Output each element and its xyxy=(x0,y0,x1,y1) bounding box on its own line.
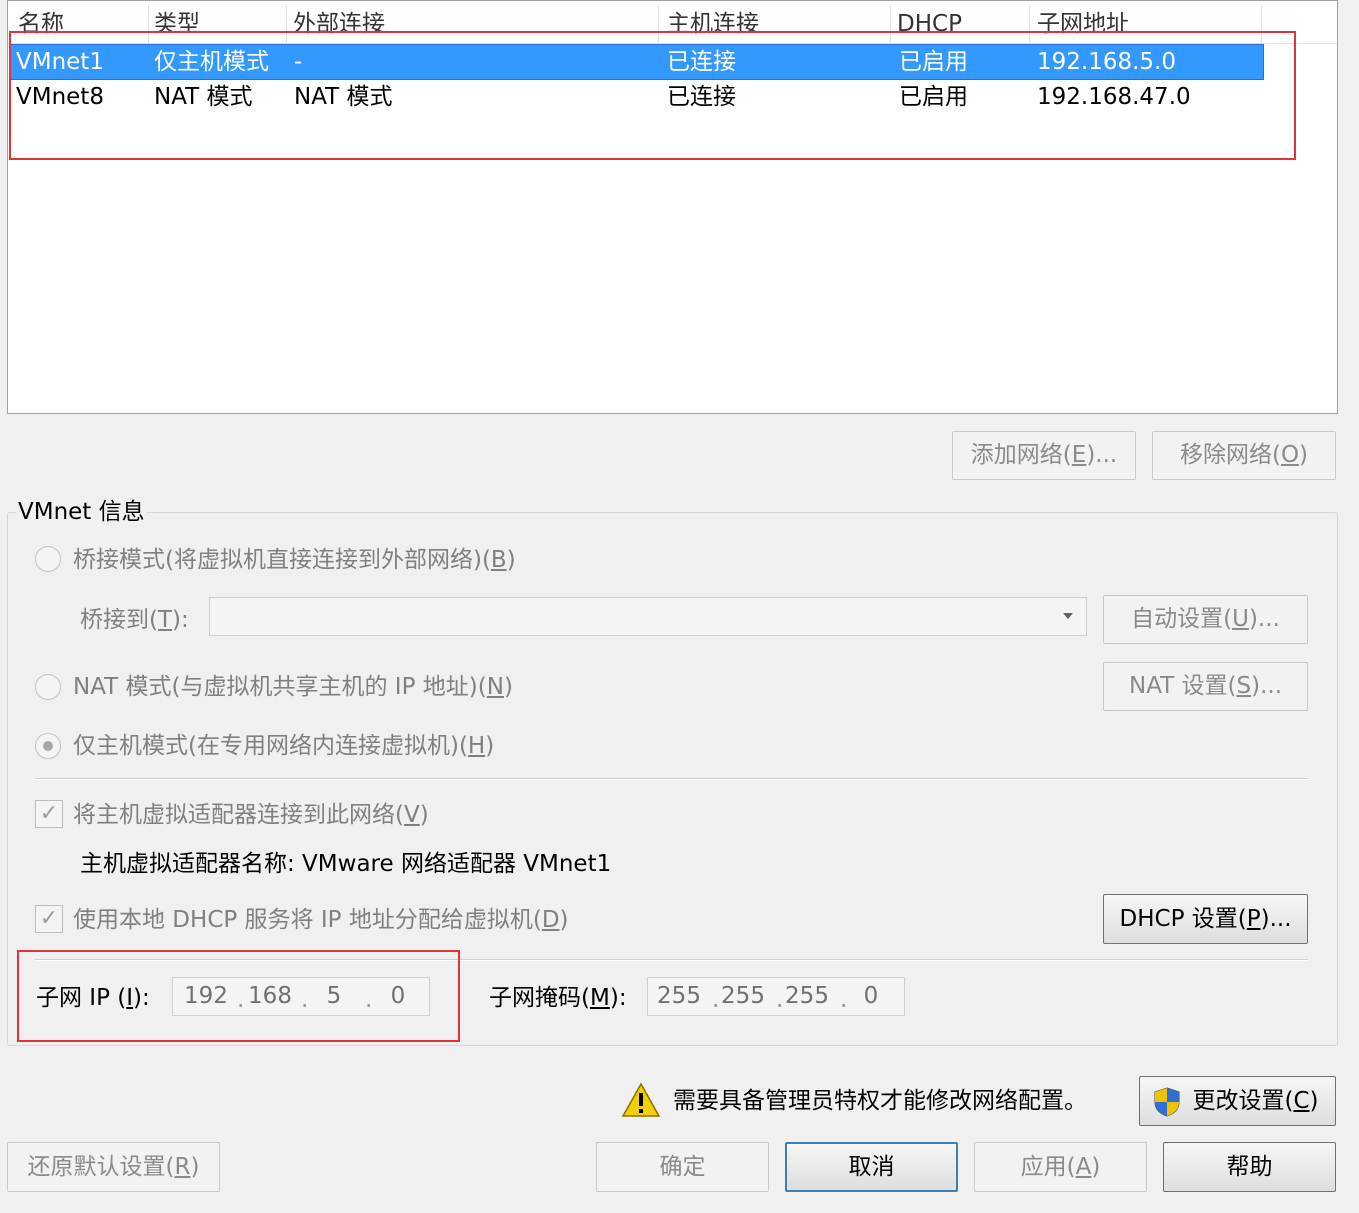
use-dhcp-checkbox[interactable]: ✓ xyxy=(35,905,63,933)
mask-octet: 255 xyxy=(721,983,765,1009)
bridged-radio[interactable] xyxy=(35,546,61,572)
remove-network-button[interactable]: 移除网络(O) xyxy=(1152,431,1336,480)
use-dhcp-label: 使用本地 DHCP 服务将 IP 地址分配给虚拟机(D) xyxy=(73,907,569,933)
mask-octet: 0 xyxy=(863,983,879,1009)
bridged-label: 桥接模式(将虚拟机直接连接到外部网络)(B) xyxy=(73,547,516,573)
subnet-mask-input[interactable]: 255 . 255 . 255 . 0 xyxy=(647,977,905,1016)
chevron-down-icon xyxy=(1063,613,1073,619)
add-network-button[interactable]: 添加网络(E)... xyxy=(952,431,1136,480)
connect-adapter-checkbox[interactable]: ✓ xyxy=(35,800,63,828)
ok-button[interactable]: 确定 xyxy=(596,1142,769,1192)
nat-label: NAT 模式(与虚拟机共享主机的 IP 地址)(N) xyxy=(73,674,513,700)
change-settings-button[interactable]: 更改设置(C) xyxy=(1139,1076,1336,1126)
connect-adapter-label: 将主机虚拟适配器连接到此网络(V) xyxy=(73,802,429,828)
auto-settings-button[interactable]: 自动设置(U)... xyxy=(1103,595,1308,644)
group-title: VMnet 信息 xyxy=(16,496,147,528)
warning-text: 需要具备管理员特权才能修改网络配置。 xyxy=(673,1088,1087,1114)
mask-octet: 255 xyxy=(657,983,701,1009)
nat-settings-button[interactable]: NAT 设置(S)... xyxy=(1103,662,1308,711)
ip-dot: . xyxy=(776,987,784,1013)
host-only-radio[interactable] xyxy=(35,733,61,759)
bridge-to-label: 桥接到(T): xyxy=(80,607,189,633)
ip-dot: . xyxy=(712,987,720,1013)
help-button[interactable]: 帮助 xyxy=(1163,1142,1336,1192)
ip-dot: . xyxy=(840,987,848,1013)
annotation-box xyxy=(9,31,1296,160)
dhcp-settings-button[interactable]: DHCP 设置(P)... xyxy=(1103,894,1308,944)
cancel-button[interactable]: 取消 xyxy=(785,1142,958,1192)
restore-defaults-button[interactable]: 还原默认设置(R) xyxy=(7,1142,220,1192)
warning-icon xyxy=(621,1082,661,1117)
annotation-box xyxy=(17,950,460,1042)
bridge-to-select[interactable] xyxy=(209,597,1087,636)
host-only-label: 仅主机模式(在专用网络内连接虚拟机)(H) xyxy=(73,733,495,759)
separator xyxy=(35,778,1308,780)
apply-button[interactable]: 应用(A) xyxy=(974,1142,1147,1192)
subnet-mask-label: 子网掩码(M): xyxy=(489,985,627,1011)
shield-icon xyxy=(1154,1087,1180,1117)
adapter-name-text: 主机虚拟适配器名称: VMware 网络适配器 VMnet1 xyxy=(80,851,612,877)
nat-radio[interactable] xyxy=(35,674,61,700)
mask-octet: 255 xyxy=(785,983,829,1009)
